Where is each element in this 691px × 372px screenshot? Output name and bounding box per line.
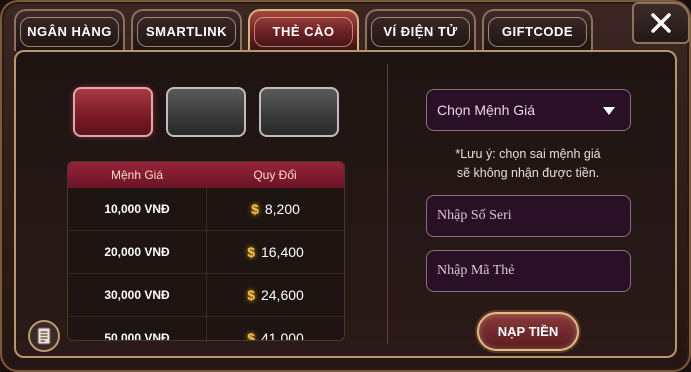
warning-note-line2: sẽ không nhận được tiền. xyxy=(456,166,600,180)
submit-button[interactable]: NẠP TIỀN xyxy=(477,312,579,351)
warning-note: *Lưu ý: chọn sai mệnh giá sẽ không nhận … xyxy=(412,145,644,183)
tab-label: SMARTLINK xyxy=(145,23,228,39)
row-exchange: 8,200 xyxy=(264,201,300,217)
dollar-icon: $ xyxy=(251,201,259,217)
carrier-card-1[interactable] xyxy=(73,87,153,137)
denomination-select[interactable]: Chọn Mệnh Giá xyxy=(426,89,631,131)
denomination-select-value: Chọn Mệnh Giá xyxy=(437,102,536,118)
table-header: Mệnh Giá Quy Đổi xyxy=(68,162,344,188)
dollar-icon: $ xyxy=(247,287,255,303)
row-denomination: 50,000 VNĐ xyxy=(68,317,207,340)
serial-input[interactable] xyxy=(426,195,631,237)
table-row: 30,000 VNĐ $24,600 xyxy=(68,274,344,317)
close-icon xyxy=(651,13,671,33)
row-denomination: 20,000 VNĐ xyxy=(68,231,207,273)
row-exchange: 16,400 xyxy=(260,244,304,260)
tab-label: GIFTCODE xyxy=(501,23,574,39)
row-exchange: 24,600 xyxy=(260,287,304,303)
tab-smartlink[interactable]: SMARTLINK xyxy=(131,9,242,51)
row-exchange: 41,000 xyxy=(260,330,304,341)
carrier-card-2[interactable] xyxy=(166,87,246,137)
tab-vi-dien-tu[interactable]: VÍ ĐIỆN TỬ xyxy=(365,9,476,51)
tab-giftcode[interactable]: GIFTCODE xyxy=(482,9,593,51)
rate-table[interactable]: Mệnh Giá Quy Đổi 10,000 VNĐ $8,200 20,00… xyxy=(67,161,345,341)
row-denomination: 10,000 VNĐ xyxy=(68,188,207,230)
carrier-card-3[interactable] xyxy=(259,87,339,137)
header-denomination: Mệnh Giá xyxy=(110,168,164,182)
table-row: 10,000 VNĐ $8,200 xyxy=(68,188,344,231)
tab-label: NGÂN HÀNG xyxy=(27,23,112,39)
tab-ngan-hang[interactable]: NGÂN HÀNG xyxy=(14,9,125,51)
card-code-input[interactable] xyxy=(426,250,631,292)
history-button[interactable] xyxy=(28,320,60,352)
chevron-down-icon xyxy=(603,107,615,115)
warning-note-line1: *Lưu ý: chọn sai mệnh giá xyxy=(455,147,601,161)
table-row: 50,000 VNĐ $41,000 xyxy=(68,317,344,341)
row-denomination: 30,000 VNĐ xyxy=(68,274,207,316)
dollar-icon: $ xyxy=(247,244,255,260)
dollar-icon: $ xyxy=(247,330,255,341)
tab-label: VÍ ĐIỆN TỬ xyxy=(383,23,458,39)
close-button[interactable] xyxy=(632,2,690,44)
panel-divider xyxy=(387,64,388,344)
header-exchange: Quy Đổi xyxy=(253,168,297,182)
tab-label: THẺ CÀO xyxy=(272,23,335,39)
tab-the-cao[interactable]: THẺ CÀO xyxy=(248,9,359,51)
table-row: 20,000 VNĐ $16,400 xyxy=(68,231,344,274)
document-icon xyxy=(37,327,51,345)
